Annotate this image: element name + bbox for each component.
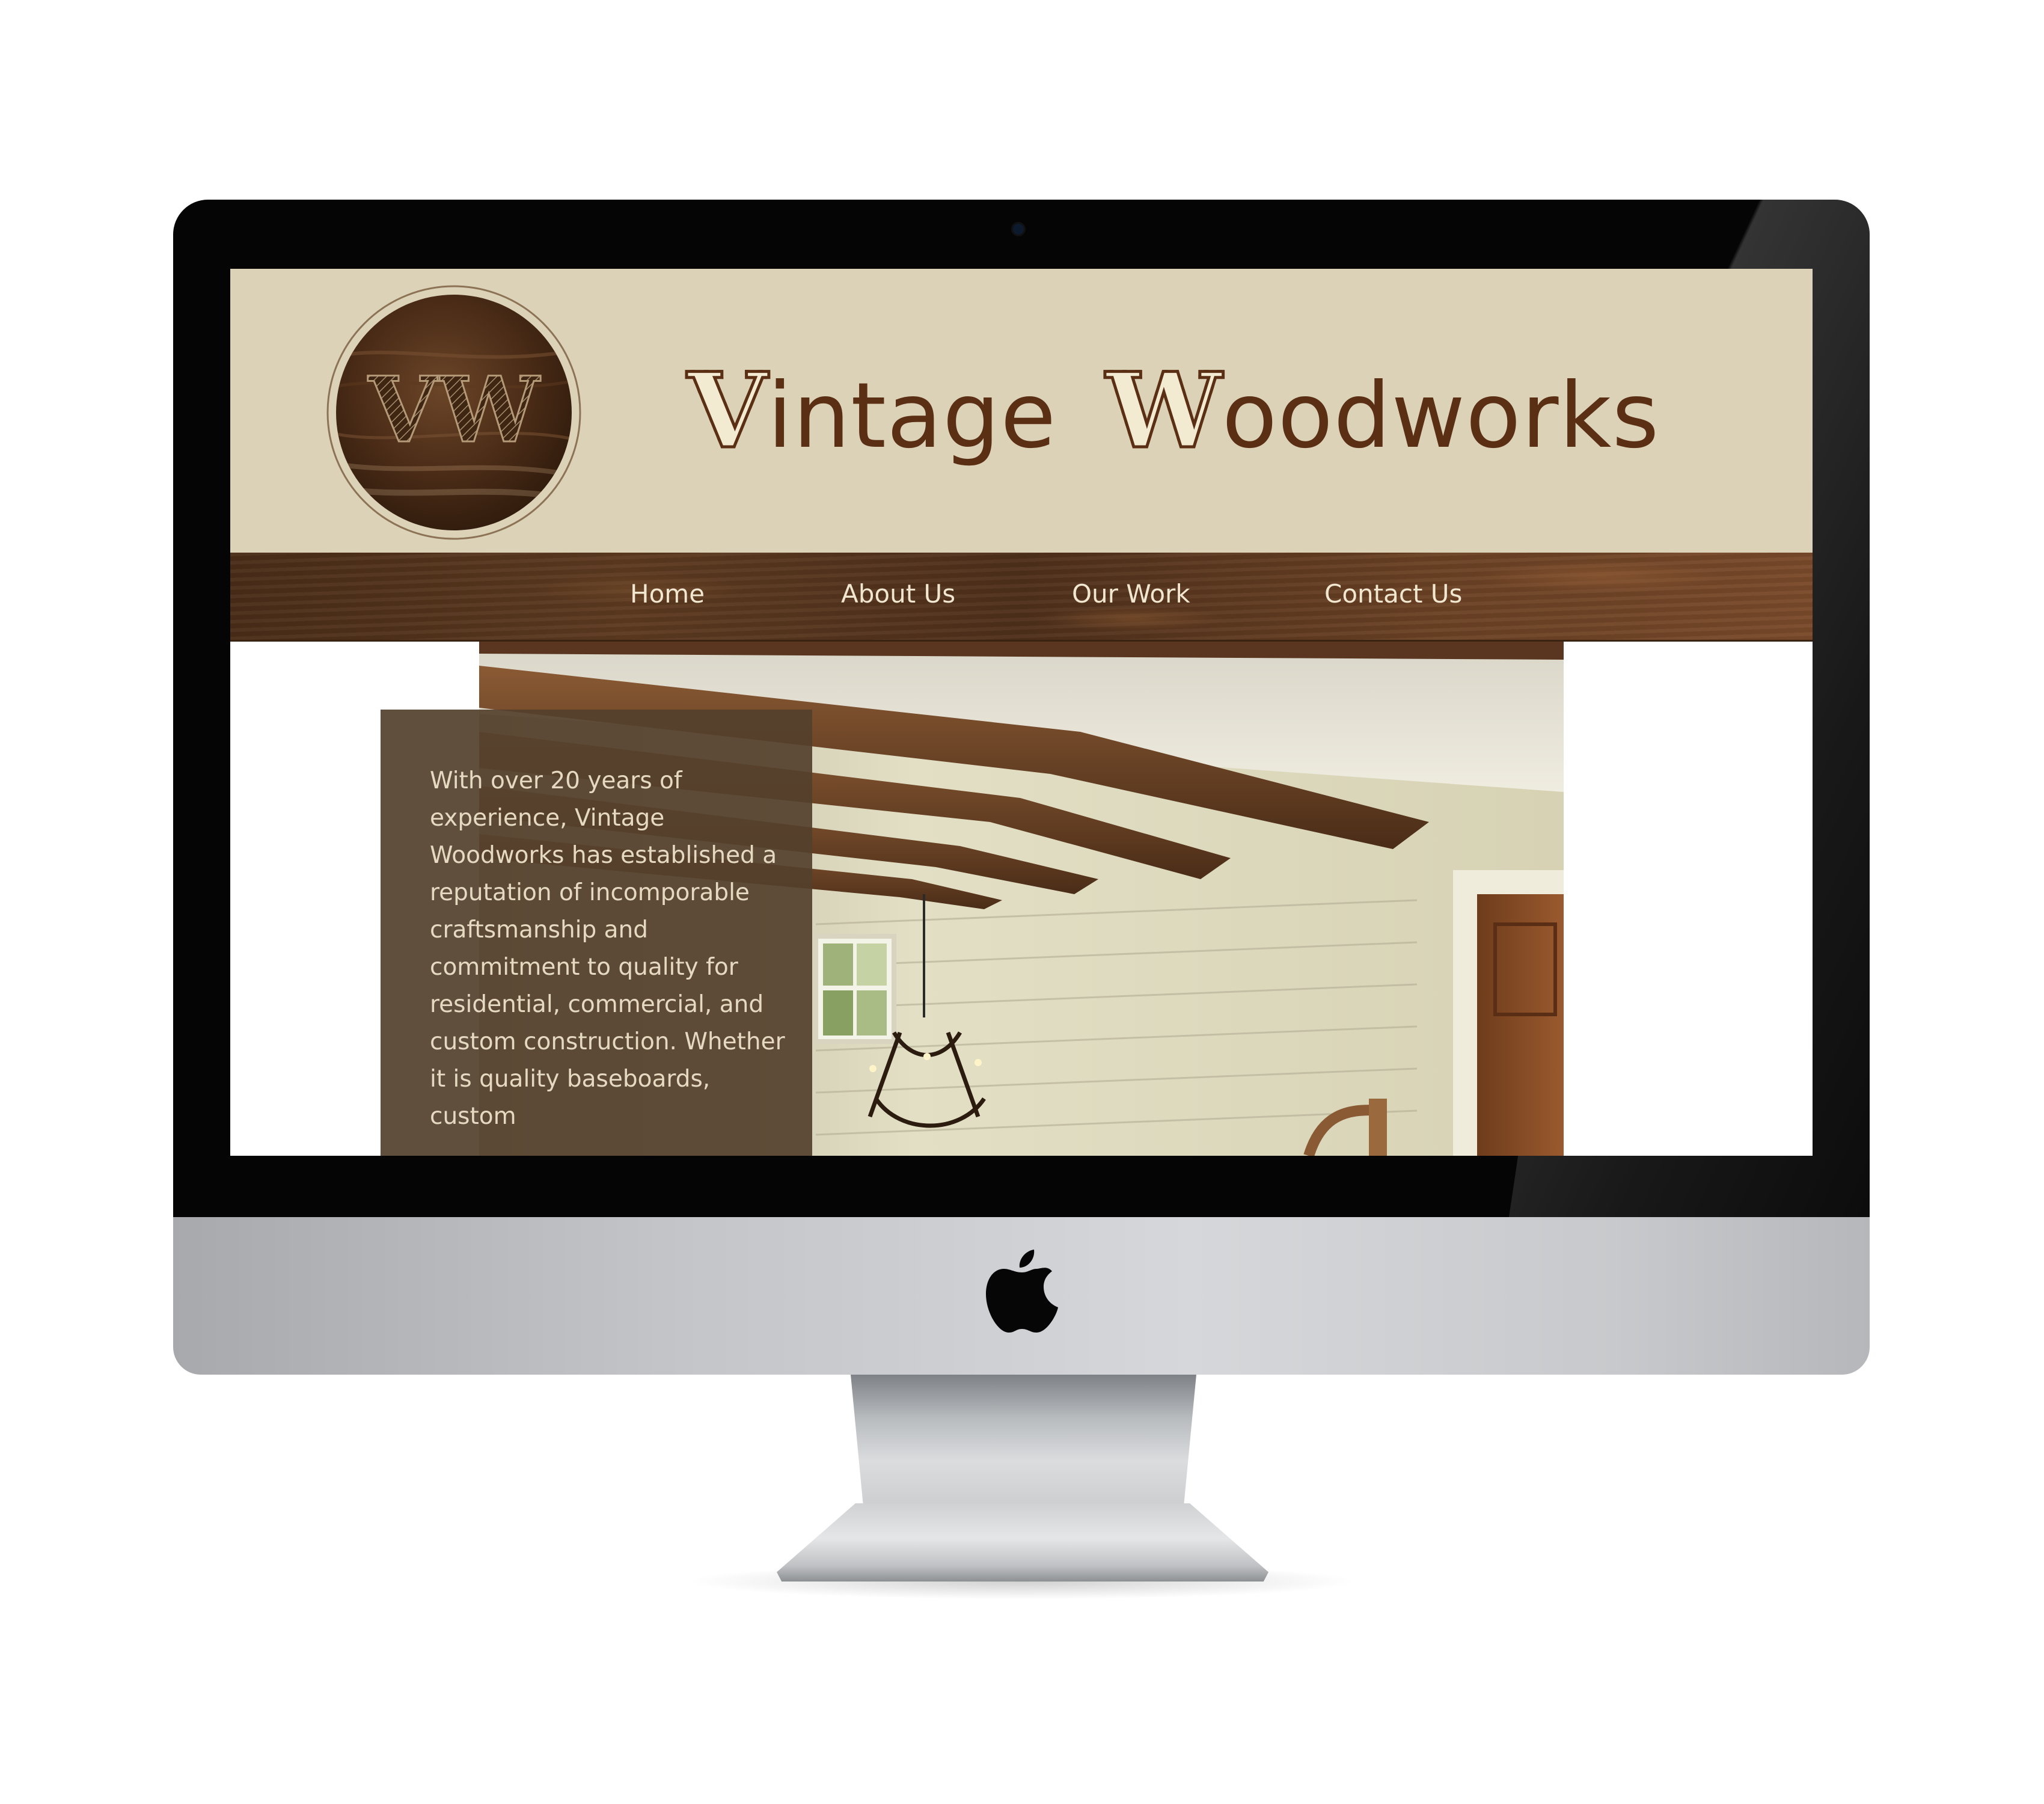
website-screen: VW V intage W oodworks Home About Us Our…: [230, 269, 1813, 1156]
camera-icon: [1013, 224, 1024, 235]
intro-text: With over 20 years of experience, Vintag…: [430, 767, 785, 1130]
monitor-stand-foot: [777, 1503, 1268, 1582]
logo-monogram: VW: [368, 357, 541, 463]
apple-logo-icon: [986, 1250, 1058, 1333]
site-title: V intage W oodworks: [685, 349, 1660, 479]
nav-home[interactable]: Home: [630, 579, 705, 609]
title-rest-vintage: intage: [767, 364, 1057, 468]
intro-panel: With over 20 years of experience, Vintag…: [381, 710, 812, 1156]
title-initial-v: V: [685, 349, 768, 471]
title-rest-woodworks: oodworks: [1222, 364, 1660, 468]
title-initial-w: W: [1104, 349, 1223, 471]
monitor-stand-neck: [851, 1375, 1196, 1519]
nav-contact-us[interactable]: Contact Us: [1324, 579, 1462, 609]
title-word-vintage: V intage: [685, 349, 1057, 471]
nav-about-us[interactable]: About Us: [841, 579, 955, 609]
nav-our-work[interactable]: Our Work: [1072, 579, 1190, 609]
desktop-mockup: VW V intage W oodworks Home About Us Our…: [0, 0, 2044, 1804]
vw-logo-seal[interactable]: VW: [325, 284, 583, 541]
site-header: VW V intage W oodworks: [230, 269, 1813, 553]
main-nav: Home About Us Our Work Contact Us: [230, 553, 1813, 642]
title-word-woodworks: W oodworks: [1104, 349, 1660, 471]
